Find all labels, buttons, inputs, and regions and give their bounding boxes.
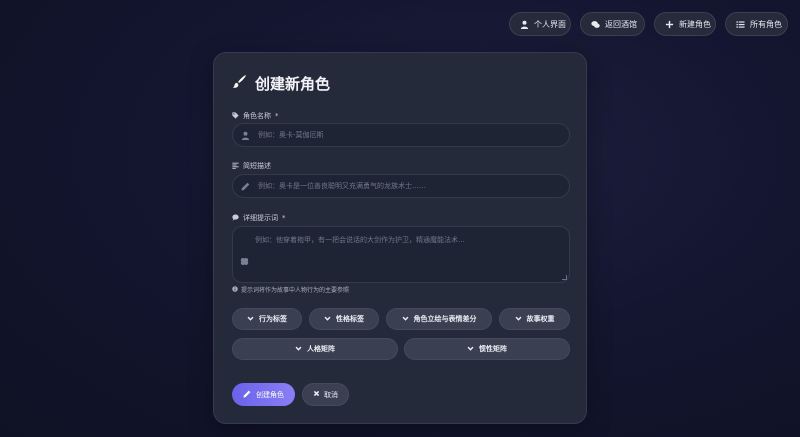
toggle-portrait-expressions-label: 角色立绘与表情差分 <box>413 315 477 323</box>
comment-icon <box>232 214 239 223</box>
name-label-text: 角色名称 <box>243 112 271 120</box>
prompt-hint-text: 提示词将作为故事中人物行为的主要参照 <box>241 287 350 294</box>
prompt-placeholder: 例如：他穿着袍甲，有一把会说话的大剑作为护卫，精通魔能法术... <box>255 236 465 244</box>
cancel-label: 取消 <box>324 390 338 399</box>
list-icon <box>736 20 745 29</box>
user-icon <box>520 20 529 29</box>
chevron-down-icon <box>467 345 474 354</box>
nav-all-characters-label: 所有角色 <box>750 19 782 29</box>
nav-profile-button[interactable]: 个人界面 <box>509 12 571 36</box>
toggle-personality-matrix[interactable]: 人格矩阵 <box>232 338 398 360</box>
toggle-inertia-matrix-label: 惯性矩阵 <box>479 345 507 353</box>
page-title: 创建新角色 <box>232 73 330 94</box>
nav-all-characters-button[interactable]: 所有角色 <box>725 12 788 36</box>
toggle-inertia-matrix[interactable]: 惯性矩阵 <box>404 338 570 360</box>
nav-tavern-label: 返回酒馆 <box>605 19 637 29</box>
name-input[interactable]: 例如：奥卡-莫伽厄斯 <box>232 123 570 147</box>
paintbrush-icon <box>232 74 247 93</box>
short-desc-placeholder: 例如：奥卡是一位善良聪明又充满勇气的龙族术士…… <box>258 182 426 190</box>
toggle-behavior-tags-label: 行为标签 <box>259 315 287 323</box>
prompt-hint: 提示词将作为故事中人物行为的主要参照 <box>232 285 349 294</box>
create-character-button[interactable]: 创建角色 <box>232 383 295 406</box>
toggle-personality-tags-label: 性格标签 <box>336 315 364 323</box>
create-character-card: 创建新角色 角色名称 * 例如：奥卡-莫伽厄斯 简短描述 例如：奥卡是一位善良聪… <box>213 52 587 424</box>
prompt-label: 详细提示词 * <box>232 213 286 223</box>
info-icon <box>232 285 238 294</box>
chevron-down-icon <box>324 315 331 324</box>
chevron-down-icon <box>247 315 254 324</box>
chevron-down-icon <box>295 345 302 354</box>
short-desc-label: 简短描述 <box>232 161 271 171</box>
brain-icon <box>240 251 249 266</box>
create-character-label: 创建角色 <box>256 390 284 399</box>
toggle-personality-matrix-label: 人格矩阵 <box>307 345 335 353</box>
plus-icon <box>665 20 674 29</box>
short-desc-input[interactable]: 例如：奥卡是一位善良聪明又充满勇气的龙族术士…… <box>232 174 570 198</box>
toggle-portrait-expressions[interactable]: 角色立绘与表情差分 <box>386 308 492 330</box>
align-left-icon <box>232 162 239 171</box>
toggle-behavior-tags[interactable]: 行为标签 <box>232 308 302 330</box>
chevron-down-icon <box>402 315 409 324</box>
chevron-down-icon <box>515 315 522 324</box>
name-label: 角色名称 * <box>232 111 279 121</box>
resize-handle[interactable] <box>562 275 567 280</box>
close-icon <box>313 390 320 399</box>
required-mark: * <box>275 112 279 120</box>
toggle-personality-tags[interactable]: 性格标签 <box>309 308 379 330</box>
nav-profile-label: 个人界面 <box>534 19 566 29</box>
prompt-label-text: 详细提示词 <box>243 214 278 222</box>
required-mark: * <box>282 214 286 222</box>
pen-icon <box>243 390 251 400</box>
page-title-text: 创建新角色 <box>255 75 331 93</box>
top-nav: 个人界面 返回酒馆 新建角色 所有角色 <box>509 12 788 36</box>
chat-icon <box>591 20 600 29</box>
pencil-icon <box>241 182 250 191</box>
nav-new-character-button[interactable]: 新建角色 <box>654 12 716 36</box>
cancel-button[interactable]: 取消 <box>302 383 349 406</box>
short-desc-label-text: 简短描述 <box>243 162 271 170</box>
nav-new-character-label: 新建角色 <box>679 19 711 29</box>
user-icon <box>241 131 250 140</box>
name-input-placeholder: 例如：奥卡-莫伽厄斯 <box>258 131 324 139</box>
toggle-story-weight-label: 故事权重 <box>526 315 555 323</box>
tag-icon <box>232 111 239 121</box>
prompt-textarea[interactable]: 例如：他穿着袍甲，有一把会说话的大剑作为护卫，精通魔能法术... <box>232 226 570 283</box>
nav-tavern-button[interactable]: 返回酒馆 <box>580 12 645 36</box>
toggle-story-weight[interactable]: 故事权重 <box>499 308 570 330</box>
